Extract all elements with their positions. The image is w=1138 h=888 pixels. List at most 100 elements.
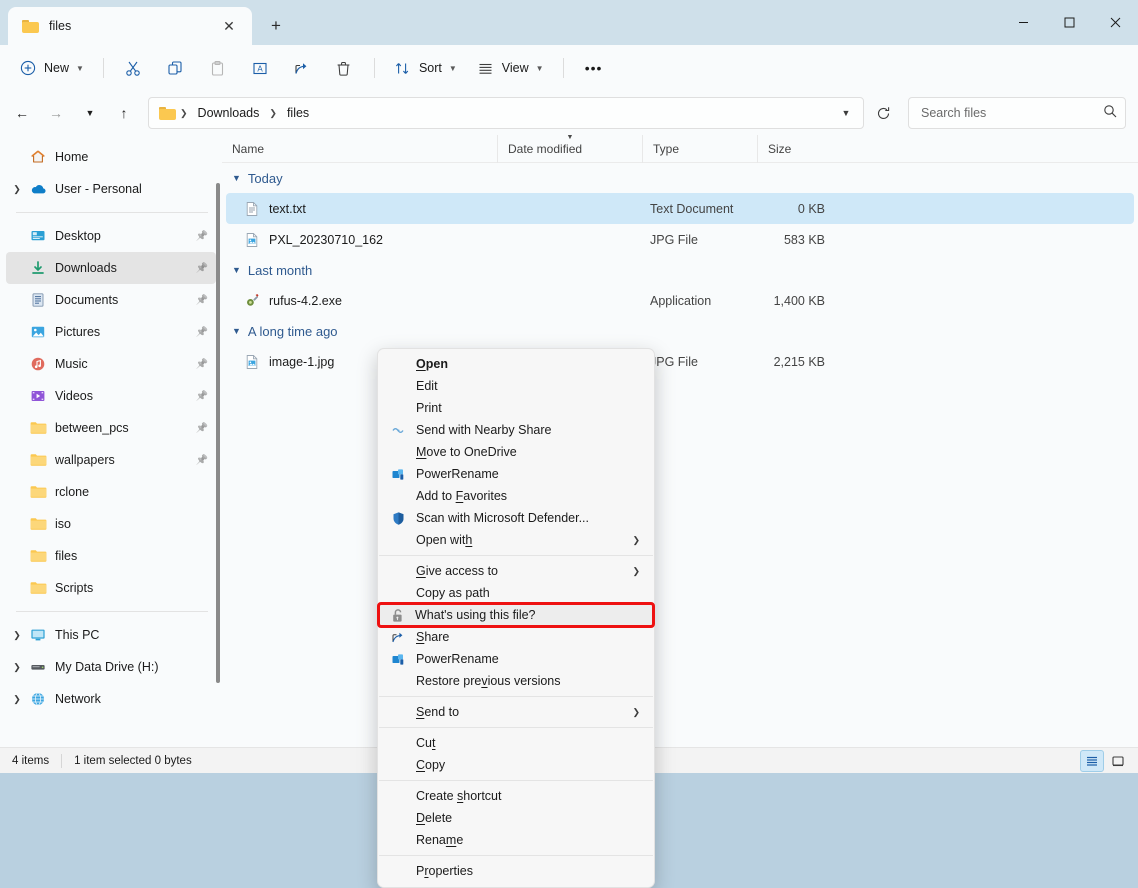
- chevron-right-icon[interactable]: ❯: [6, 662, 28, 673]
- large-icons-view-button[interactable]: [1106, 750, 1130, 772]
- menu-item-what-s-using-this-file[interactable]: What's using this file?: [377, 602, 655, 628]
- chevron-right-icon: ❯: [632, 534, 640, 545]
- pin-icon[interactable]: 📌: [196, 391, 208, 402]
- pin-icon[interactable]: 📌: [196, 359, 208, 370]
- sidebar-item-videos[interactable]: Videos 📌: [6, 380, 216, 412]
- table-row[interactable]: rufus-4.2.exe Application 1,400 KB: [226, 285, 1134, 316]
- chevron-down-icon[interactable]: ▼: [232, 326, 241, 336]
- sidebar-item-wallpapers[interactable]: wallpapers 📌: [6, 444, 216, 476]
- pin-icon[interactable]: 📌: [196, 231, 208, 242]
- file-group-header[interactable]: ▼ Today: [222, 163, 1138, 193]
- menu-item-add-to-favorites[interactable]: Add to Favorites: [380, 485, 652, 507]
- breadcrumb[interactable]: ❯ Downloads ❯ files ▼: [148, 97, 864, 129]
- breadcrumb-dropdown-icon[interactable]: ▼: [833, 100, 859, 126]
- details-view-button[interactable]: [1080, 749, 1104, 772]
- refresh-button[interactable]: [868, 97, 898, 129]
- file-type-cell: JPG File: [650, 354, 698, 369]
- menu-item-scan-with-microsoft-defender[interactable]: Scan with Microsoft Defender...: [380, 507, 652, 529]
- sort-icon: [394, 59, 412, 77]
- menu-item-share[interactable]: Share: [380, 626, 652, 648]
- column-header-date-modified[interactable]: ▼ Date modified: [497, 135, 642, 163]
- sidebar-scrollbar-thumb[interactable]: [216, 183, 220, 683]
- chevron-right-icon[interactable]: ❯: [6, 630, 28, 641]
- close-tab-icon[interactable]: ✕: [216, 13, 242, 39]
- file-group-label: A long time ago: [247, 323, 338, 339]
- search-box[interactable]: [908, 97, 1126, 129]
- pin-icon[interactable]: 📌: [196, 295, 208, 306]
- table-row[interactable]: image-1.jpg JPG File 2,215 KB: [226, 346, 1134, 377]
- minimize-button[interactable]: [1000, 0, 1046, 45]
- column-header-type[interactable]: Type: [642, 135, 757, 163]
- menu-item-send-to[interactable]: Send to ❯: [380, 701, 652, 723]
- back-button[interactable]: ←: [6, 97, 38, 129]
- chevron-down-icon[interactable]: ▼: [232, 265, 241, 275]
- sidebar-item-my-data-drive-h[interactable]: ❯ My Data Drive (H:): [6, 651, 216, 683]
- pin-icon[interactable]: 📌: [196, 263, 208, 274]
- sidebar-item-pictures[interactable]: Pictures 📌: [6, 316, 216, 348]
- menu-item-properties[interactable]: Properties: [380, 860, 652, 882]
- menu-item-open-with[interactable]: Open with ❯: [380, 529, 652, 551]
- menu-item-rename[interactable]: Rename: [380, 829, 652, 851]
- new-tab-button[interactable]: +: [256, 7, 296, 45]
- column-header-name[interactable]: Name: [222, 135, 497, 163]
- paste-button[interactable]: [198, 52, 238, 84]
- menu-item-send-with-nearby-share[interactable]: Send with Nearby Share: [380, 419, 652, 441]
- delete-button[interactable]: [324, 52, 364, 84]
- sidebar-item-desktop[interactable]: Desktop 📌: [6, 220, 216, 252]
- menu-item-give-access-to[interactable]: Give access to ❯: [380, 560, 652, 582]
- menu-item-copy-as-path[interactable]: Copy as path: [380, 582, 652, 604]
- sidebar-item-rclone[interactable]: rclone: [6, 476, 216, 508]
- sidebar-item-home[interactable]: Home: [6, 141, 216, 173]
- forward-button[interactable]: →: [40, 97, 72, 129]
- breadcrumb-item-files[interactable]: files: [281, 103, 315, 123]
- share-button[interactable]: [282, 52, 322, 84]
- menu-item-delete[interactable]: Delete: [380, 807, 652, 829]
- tab-files[interactable]: files ✕: [8, 7, 252, 45]
- breadcrumb-item-downloads[interactable]: Downloads: [192, 103, 266, 123]
- menu-item-print[interactable]: Print: [380, 397, 652, 419]
- sidebar-item-downloads[interactable]: Downloads 📌: [6, 252, 216, 284]
- chevron-down-icon[interactable]: ▼: [232, 173, 241, 183]
- menu-item-create-shortcut[interactable]: Create shortcut: [380, 785, 652, 807]
- rename-button[interactable]: A: [240, 52, 280, 84]
- cut-button[interactable]: [114, 52, 154, 84]
- menu-item-edit[interactable]: Edit: [380, 375, 652, 397]
- sidebar-scrollbar[interactable]: [216, 141, 220, 741]
- menu-item-powerrename[interactable]: PowerRename: [380, 648, 652, 670]
- menu-item-powerrename[interactable]: PowerRename: [380, 463, 652, 485]
- new-button[interactable]: New ▼: [10, 52, 93, 84]
- sidebar-item-this-pc[interactable]: ❯ This PC: [6, 619, 216, 651]
- search-icon[interactable]: [1103, 104, 1117, 123]
- pin-icon[interactable]: 📌: [196, 327, 208, 338]
- sidebar-item-music[interactable]: Music 📌: [6, 348, 216, 380]
- sidebar-item-files[interactable]: files: [6, 540, 216, 572]
- file-group-header[interactable]: ▼ Last month: [222, 255, 1138, 285]
- sidebar-item-documents[interactable]: Documents 📌: [6, 284, 216, 316]
- pin-icon[interactable]: 📌: [196, 455, 208, 466]
- sidebar-item-between-pcs[interactable]: between_pcs 📌: [6, 412, 216, 444]
- view-button[interactable]: View ▼: [468, 52, 553, 84]
- up-button[interactable]: ↑: [108, 97, 140, 129]
- recent-locations-button[interactable]: ▼: [74, 97, 106, 129]
- menu-item-open[interactable]: Open: [380, 353, 652, 375]
- pin-icon[interactable]: 📌: [196, 423, 208, 434]
- see-more-button[interactable]: •••: [574, 52, 614, 84]
- maximize-button[interactable]: [1046, 0, 1092, 45]
- menu-item-cut[interactable]: Cut: [380, 732, 652, 754]
- menu-item-move-to-onedrive[interactable]: Move to OneDrive: [380, 441, 652, 463]
- chevron-right-icon[interactable]: ❯: [6, 184, 28, 195]
- copy-button[interactable]: [156, 52, 196, 84]
- table-row[interactable]: PXL_20230710_162 JPG File 583 KB: [226, 224, 1134, 255]
- sidebar-item-scripts[interactable]: Scripts: [6, 572, 216, 604]
- sidebar-item-network[interactable]: ❯ Network: [6, 683, 216, 715]
- table-row[interactable]: text.txt Text Document 0 KB: [226, 193, 1134, 224]
- sort-button[interactable]: Sort ▼: [385, 52, 466, 84]
- column-header-size[interactable]: Size: [757, 135, 835, 163]
- search-input[interactable]: [921, 106, 1103, 120]
- close-button[interactable]: [1092, 0, 1138, 45]
- sidebar-item-user-personal[interactable]: ❯ User - Personal: [6, 173, 216, 205]
- sidebar-item-iso[interactable]: iso: [6, 508, 216, 540]
- menu-item-restore-previous-versions[interactable]: Restore previous versions: [380, 670, 652, 692]
- file-group-header[interactable]: ▼ A long time ago: [222, 316, 1138, 346]
- chevron-right-icon[interactable]: ❯: [6, 694, 28, 705]
